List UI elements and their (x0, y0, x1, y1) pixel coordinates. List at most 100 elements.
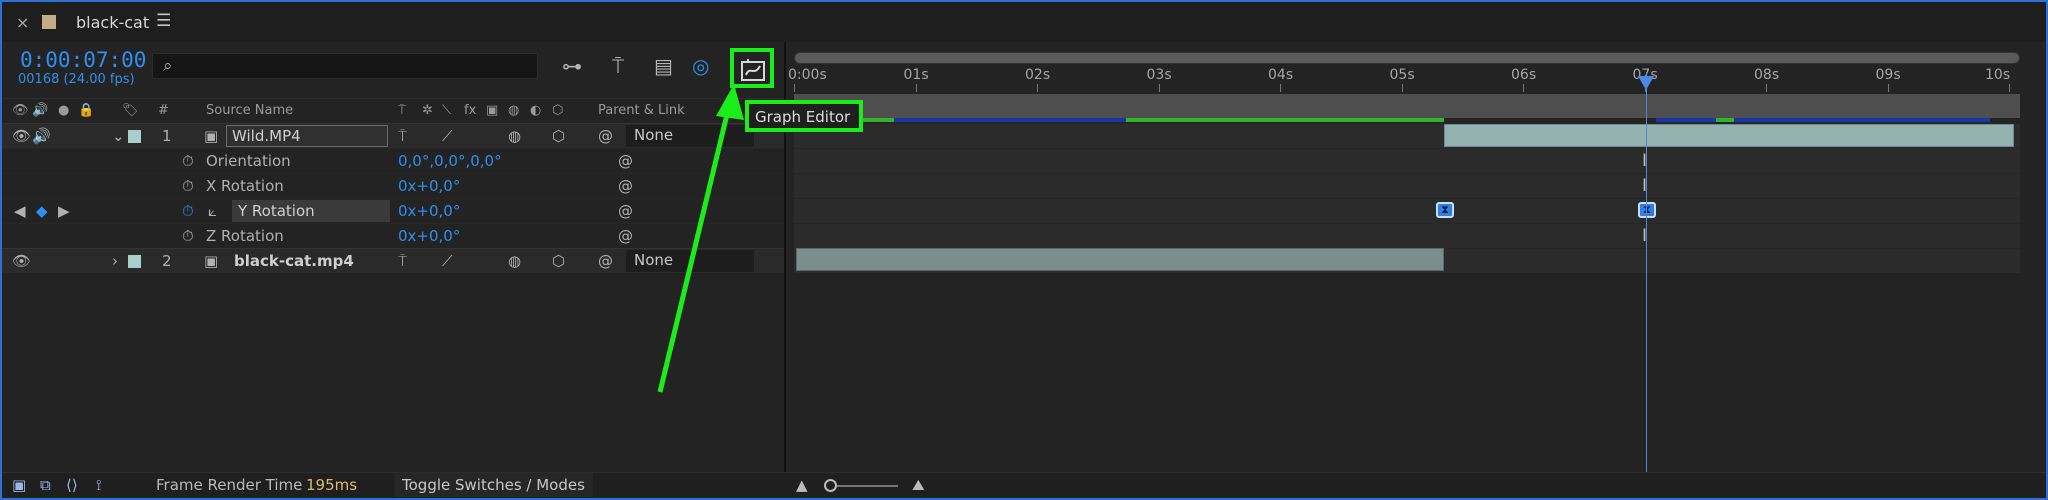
prev-keyframe-icon[interactable]: ◀ (14, 202, 26, 220)
eye-icon[interactable]: 👁 (12, 252, 31, 270)
time-navigator[interactable] (794, 52, 2020, 64)
property-track (794, 198, 2020, 223)
shy-icon[interactable]: ⍑ (398, 127, 407, 145)
property-value[interactable]: 0x+0,0° (398, 202, 460, 220)
zoom-in-icon[interactable]: ⛰ (912, 476, 925, 494)
effects-switch-icon[interactable]: fx (464, 103, 476, 118)
3d-cube-icon[interactable]: ⬡ (552, 127, 565, 145)
ruler-tick (1766, 84, 1767, 92)
comp-mini-flowchart-icon[interactable]: ▣ (12, 476, 26, 494)
column-source-name[interactable]: Source Name (206, 103, 293, 118)
draft-3d-icon[interactable]: ⍑ (612, 54, 624, 78)
ruler-tick (2009, 84, 2010, 92)
layer-name[interactable]: Wild.MP4 (226, 125, 388, 147)
keyframe-icon[interactable]: ⧗ (1436, 202, 1454, 218)
ruler-label: 08s (1754, 67, 1780, 83)
lock-switch-icon[interactable]: 🔒 (78, 103, 94, 118)
zoom-slider-handle[interactable] (824, 479, 837, 492)
ruler-tick (1523, 84, 1524, 92)
ruler-tick (915, 84, 917, 92)
render-cache-green (1126, 118, 1444, 122)
ruler-tick (1158, 84, 1160, 92)
property-value[interactable]: 0x+0,0° (398, 227, 460, 245)
property-value[interactable]: 0,0°,0,0°,0,0° (398, 152, 502, 170)
motion-blur-icon[interactable]: ◍ (508, 127, 521, 145)
property-value[interactable]: 0x+0,0° (398, 177, 460, 195)
comp-flowchart-icon[interactable]: ⊶ (562, 54, 582, 78)
chevron-right-icon[interactable]: › (112, 252, 118, 270)
layer-bar-wild[interactable] (1444, 124, 2014, 147)
expression-pickwhip-icon[interactable]: @ (618, 177, 633, 195)
layer-label-swatch[interactable] (128, 255, 141, 268)
stopwatch-icon[interactable]: ⏱ (182, 177, 194, 195)
panel-tab-bar: × black-cat ☰ (2, 2, 2046, 42)
adjustment-switch-icon[interactable]: ◐ (530, 103, 541, 118)
current-time-indicator-head[interactable] (1638, 76, 1654, 90)
property-name: Z Rotation (206, 227, 284, 245)
ruler-label: 0:00s (788, 67, 827, 83)
expand-panes-icon[interactable]: ⟨⟩ (66, 476, 78, 494)
close-icon[interactable]: × (16, 13, 29, 32)
ruler-label: 09s (1875, 67, 1901, 83)
timeline-area[interactable]: ⧗ ⧗ I I I 0:00s01s02s03s04s05s06s07s08s0… (786, 42, 2046, 472)
frame-render-value: 195ms (306, 476, 358, 494)
ruler-tick (1037, 84, 1038, 92)
motion-blur-icon[interactable]: ◍ (508, 252, 521, 270)
search-icon: ⌕ (163, 56, 173, 76)
chevron-down-icon[interactable]: ⌄ (112, 127, 125, 145)
stopwatch-icon[interactable]: ⏱ (182, 227, 194, 245)
motion-blur-icon[interactable]: ◎ (692, 54, 709, 78)
graph-toggle-icon[interactable]: ⟀ (208, 202, 217, 220)
layer-label-swatch[interactable] (128, 130, 141, 143)
zoom-out-icon[interactable]: ▲ (796, 476, 808, 494)
current-time-display[interactable]: 0:00:07:00 (20, 48, 146, 72)
layer-bar-black-cat[interactable] (796, 248, 1444, 271)
expression-pickwhip-icon[interactable]: @ (618, 152, 633, 170)
stopwatch-active-icon[interactable]: ⏱ (182, 202, 194, 220)
shy-switch-icon[interactable]: ⍑ (398, 103, 406, 118)
expression-pickwhip-icon[interactable]: @ (618, 202, 633, 220)
collapse-switch-icon[interactable]: ✲ (422, 103, 433, 118)
frame-blending-icon[interactable]: ▤ (654, 54, 673, 78)
hamburger-icon[interactable]: ☰ (156, 11, 171, 31)
pickwhip-icon[interactable]: @ (598, 127, 613, 145)
render-cache-blue (894, 118, 1126, 122)
video-switch-icon[interactable]: 👁 (12, 103, 29, 118)
footage-icon: ▣ (204, 127, 219, 145)
layer-name[interactable]: black-cat.mp4 (234, 252, 354, 270)
quality-icon[interactable]: ⟋ (442, 252, 453, 270)
pickwhip-icon[interactable]: @ (598, 252, 613, 270)
current-time-indicator[interactable] (1646, 72, 1647, 472)
property-track (794, 223, 2020, 248)
zoom-slider[interactable] (830, 485, 898, 487)
column-number: # (158, 103, 169, 118)
label-tag-icon[interactable]: 🏷 (122, 103, 139, 118)
3d-layer-switch-icon[interactable]: ⬡ (552, 103, 563, 118)
eye-icon[interactable]: 👁 (12, 127, 31, 145)
quality-switch-icon[interactable]: ⟍ (442, 103, 451, 118)
frame-blend-switch-icon[interactable]: ▣ (486, 103, 498, 118)
stopwatch-icon[interactable]: ⏱ (182, 152, 194, 170)
footage-icon: ▣ (204, 252, 219, 270)
frame-render-label: Frame Render Time (156, 476, 303, 494)
transfer-controls-icon[interactable]: ⟟ (96, 476, 102, 494)
ruler-tick (1887, 84, 1889, 92)
keyframe-icon[interactable]: ⧗ (1638, 202, 1656, 218)
speaker-icon[interactable]: 🔊 (32, 127, 51, 145)
shy-icon[interactable]: ⍑ (398, 252, 407, 270)
motion-blur-switch-icon[interactable]: ◍ (508, 103, 519, 118)
add-keyframe-icon[interactable]: ◆ (36, 202, 48, 220)
expression-pickwhip-icon[interactable]: @ (618, 227, 633, 245)
3d-cube-icon[interactable]: ⬡ (552, 252, 565, 270)
work-area-bar[interactable] (794, 94, 2020, 118)
comp-tab-title[interactable]: black-cat (76, 13, 149, 32)
quality-icon[interactable]: ⟋ (442, 127, 453, 145)
toggle-switches-modes-button[interactable]: Toggle Switches / Modes (394, 473, 593, 497)
search-input[interactable]: ⌕ (152, 53, 538, 79)
render-time-toggle-icon[interactable]: ⧉ (40, 476, 51, 494)
property-track (794, 173, 2020, 198)
render-cache-blue (1656, 118, 1716, 122)
audio-switch-icon[interactable]: 🔊 (32, 103, 48, 118)
solo-switch-icon[interactable]: ● (58, 103, 69, 118)
next-keyframe-icon[interactable]: ▶ (58, 202, 70, 220)
